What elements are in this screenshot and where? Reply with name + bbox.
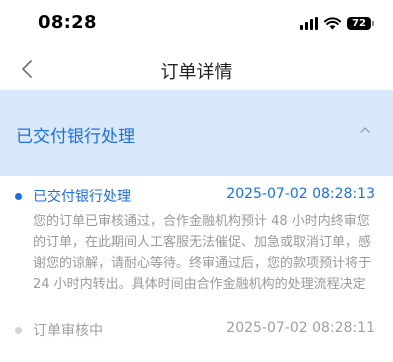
chevron-up-icon: [360, 127, 370, 133]
status-time: 08:28: [38, 12, 97, 33]
timeline-dot: [15, 193, 22, 200]
battery-level: 72: [352, 17, 366, 29]
status-bar: 08:28 72: [0, 0, 393, 48]
page-title: 订单详情: [160, 62, 233, 83]
nav-bar: 订单详情: [0, 48, 393, 90]
status-icons: 72: [300, 14, 374, 32]
signal-icon: [300, 16, 318, 30]
timeline-item-time: 2025-07-02 08:28:13: [226, 186, 375, 202]
timeline-item-time: 2025-07-02 08:28:11: [226, 320, 375, 336]
collapse-button[interactable]: [355, 120, 375, 140]
wifi-icon: [324, 16, 341, 29]
timeline-item-title: 订单审核中: [33, 323, 103, 339]
timeline-item-description: 您的订单已审核通过，合作金融机构预计 48 小时内终审您的订单，在此期间人工客服…: [33, 214, 372, 292]
order-status-panel[interactable]: 已交付银行处理: [0, 90, 393, 176]
battery-icon: 72: [347, 16, 374, 30]
timeline-item-title: 已交付银行处理: [33, 189, 131, 205]
timeline-dot: [15, 327, 22, 334]
order-status-title: 已交付银行处理: [16, 127, 135, 147]
